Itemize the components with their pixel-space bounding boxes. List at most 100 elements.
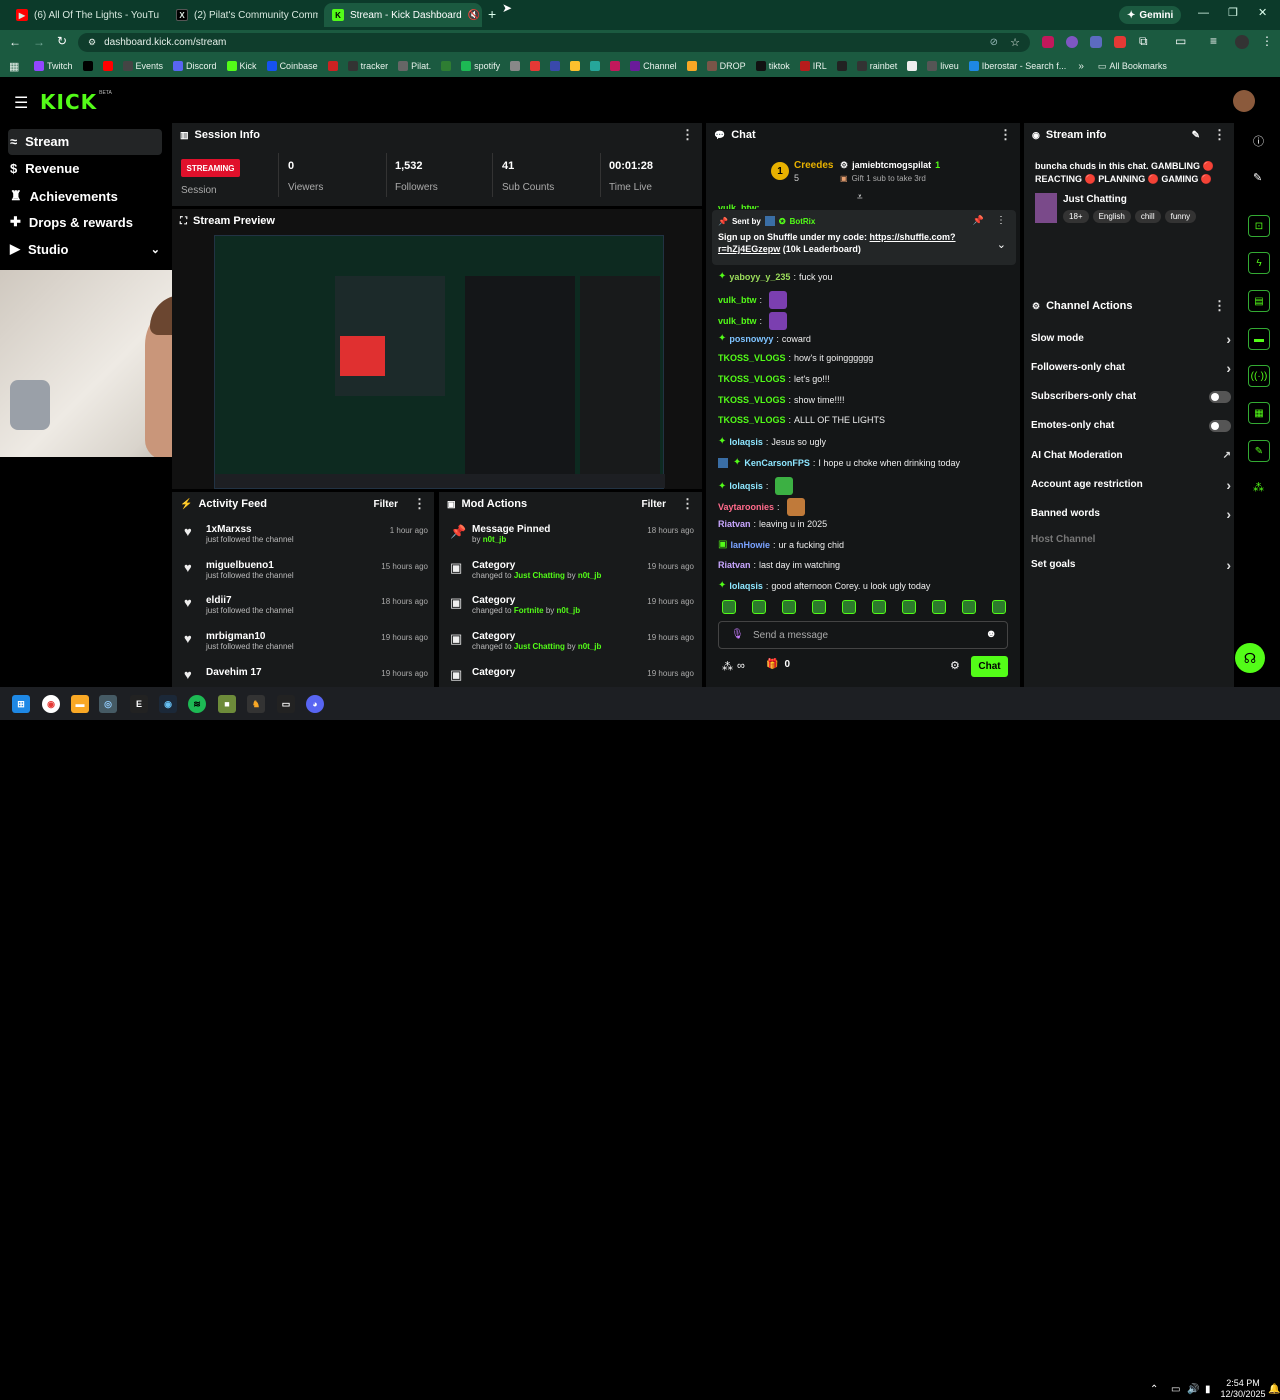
sidebar-item-studio[interactable]: ▶ Studio ⌄ <box>10 241 160 257</box>
bookmark-item[interactable]: tiktok <box>755 61 790 71</box>
kebab-menu-icon[interactable]: ⋮ <box>1213 127 1226 143</box>
chat-username[interactable]: Vaytaroonies <box>718 502 774 512</box>
mod-action-moderator[interactable]: n0t_jb <box>483 535 507 544</box>
bookmark-item[interactable]: Coinbase <box>266 61 318 71</box>
bookmark-item[interactable]: IRL <box>799 61 827 71</box>
channel-action-banned-words[interactable]: Banned words › <box>1031 506 1231 522</box>
discord-icon[interactable]: ◕ <box>306 695 324 713</box>
chrome-menu-icon[interactable]: ⋮ <box>1261 34 1273 48</box>
bookmark-item[interactable] <box>686 61 697 71</box>
restore-icon[interactable]: ❐ <box>1228 6 1238 19</box>
gift-leader-name[interactable]: jamiebtcmogspilat <box>852 160 931 171</box>
quick-emote-icon[interactable] <box>872 600 886 614</box>
clip-icon[interactable]: ⊡ <box>1248 215 1270 237</box>
steam-icon[interactable]: ◉ <box>159 695 177 713</box>
layers-icon[interactable]: ▦ <box>1248 402 1270 424</box>
bookmark-item[interactable] <box>570 61 581 71</box>
bookmark-item[interactable]: Discord <box>173 61 217 71</box>
bookmark-item[interactable] <box>102 61 113 71</box>
gift-cta[interactable]: ▣ Gift 1 sub to take 3rd <box>840 174 926 183</box>
lightning-icon[interactable]: ϟ <box>1248 252 1270 274</box>
chat-settings-gear-icon[interactable]: ⚙ <box>950 659 960 672</box>
chat-username[interactable]: Riatvan <box>718 560 751 570</box>
nodes-icon[interactable]: ⁂ <box>1253 481 1264 494</box>
quick-emote-icon[interactable] <box>812 600 826 614</box>
tray-chevron-icon[interactable]: ⌃ <box>1150 1384 1158 1395</box>
obs-icon[interactable]: ▭ <box>277 695 295 713</box>
tag-chip[interactable]: English <box>1092 210 1131 223</box>
chat-message[interactable]: ✦ KenCarsonFPS: I hope u choke when drinki… <box>718 457 960 468</box>
mod-action-moderator[interactable]: n0t_jb <box>578 642 602 651</box>
activity-item[interactable]: ♥ Davehim 17 19 hours ago <box>184 667 428 682</box>
sidebar-item-achievements[interactable]: ♜ Achievements <box>10 188 118 204</box>
category-thumbnail[interactable] <box>1035 193 1057 223</box>
top-gifter-name[interactable]: Creedes <box>794 160 833 171</box>
more-bookmarks-icon[interactable]: » <box>1078 61 1084 72</box>
send-chat-button[interactable]: Chat <box>971 656 1008 677</box>
app-icon[interactable]: ◎ <box>99 695 117 713</box>
bookmark-item[interactable]: Events <box>122 61 163 71</box>
channel-action-ai-chat-moderation[interactable]: AI Chat Moderation ↗ <box>1031 450 1231 461</box>
chat-users-button[interactable]: ⁂ ∞ <box>722 660 745 673</box>
chat-message[interactable]: ✦ yaboyy_y_235: fuck you <box>718 271 833 282</box>
apps-grid-icon[interactable]: ▦ <box>9 60 19 73</box>
reload-icon[interactable]: ↻ <box>57 34 67 48</box>
tag-chip[interactable]: chill <box>1134 210 1161 223</box>
channel-action-set-goals[interactable]: Set goals › <box>1031 557 1231 573</box>
back-icon[interactable]: ← <box>9 35 21 49</box>
bookmark-item[interactable]: Iberostar - Search f... <box>968 61 1066 71</box>
kebab-menu-icon[interactable]: ⋮ <box>996 215 1006 226</box>
kebab-menu-icon[interactable]: ⋮ <box>413 496 426 512</box>
chat-username[interactable]: Riatvan <box>718 519 751 529</box>
tag-chip[interactable]: funny <box>1164 210 1197 223</box>
activity-username[interactable]: mrbigman10 <box>206 631 294 642</box>
chat-message[interactable]: ✦ posnowyy: coward <box>718 333 811 344</box>
minecraft-icon[interactable]: ■ <box>218 695 236 713</box>
kebab-menu-icon[interactable]: ⋮ <box>681 127 694 143</box>
chat-message[interactable]: vulk_btw: <box>718 291 788 309</box>
network-icon[interactable]: ▭ <box>1171 1384 1180 1395</box>
microphone-icon[interactable]: 🎙 <box>731 629 744 640</box>
chat-username[interactable]: TKOSS_VLOGS <box>718 374 786 384</box>
channel-action-subscribers-only-chat[interactable]: Subscribers-only chat <box>1031 391 1231 403</box>
hamburger-menu-icon[interactable]: ☰ <box>14 93 28 113</box>
chat-message[interactable]: ✦ lolaqsis: good afternoon Corey. u look u… <box>718 580 930 591</box>
bookmark-item[interactable] <box>510 61 521 71</box>
category-name[interactable]: Just Chatting <box>1063 194 1127 205</box>
chevron-down-icon[interactable]: ⌄ <box>997 238 1006 251</box>
activity-username[interactable]: eldii7 <box>206 595 294 606</box>
mod-filter-button[interactable]: Filter <box>642 499 666 510</box>
chat-username[interactable]: TKOSS_VLOGS <box>718 353 786 363</box>
activity-item[interactable]: ♥ mrbigman10 just followed the channel 19 h… <box>184 631 428 651</box>
windows-start-icon[interactable]: ⊞ <box>12 695 30 713</box>
new-tab-button[interactable]: + <box>488 6 496 22</box>
profile-avatar[interactable] <box>1235 35 1249 49</box>
chrome-icon[interactable]: ◉ <box>42 695 60 713</box>
user-avatar[interactable] <box>1233 90 1255 112</box>
bookmark-item[interactable] <box>550 61 561 71</box>
bookmark-item[interactable] <box>836 61 847 71</box>
epic-games-icon[interactable]: E <box>130 695 148 713</box>
wrench-icon[interactable]: ✎ <box>1248 440 1270 462</box>
all-bookmarks-button[interactable]: ▭ All Bookmarks <box>1098 61 1167 72</box>
stream-preview-video[interactable] <box>214 235 665 489</box>
broadcast-icon[interactable]: ((·)) <box>1248 365 1270 387</box>
channel-action-account-age-restriction[interactable]: Account age restriction › <box>1031 477 1231 493</box>
toggle-switch[interactable] <box>1209 391 1231 403</box>
site-info-icon[interactable]: ⚙ <box>88 37 96 48</box>
chat-username[interactable]: TKOSS_VLOGS <box>718 395 786 405</box>
chat-username[interactable]: KenCarsonFPS <box>744 458 810 468</box>
chat-message[interactable]: Riatvan: leaving u in 2025 <box>718 519 827 529</box>
tab-kick-dashboard[interactable]: K Stream - Kick Dashboard 🔇 ✕ <box>324 3 482 27</box>
chat-message[interactable]: ✦ lolaqsis: Jesus so ugly <box>718 436 826 447</box>
mod-action-item[interactable]: ▣ Category changed to Just Chatting by n0t… <box>450 560 694 580</box>
close-tab-icon[interactable]: ✕ <box>165 9 166 22</box>
chat-username[interactable]: lolaqsis <box>729 437 763 447</box>
chat-username[interactable]: TKOSS_VLOGS <box>718 415 786 425</box>
support-headset-icon[interactable]: ☊ <box>1235 643 1265 673</box>
kebab-menu-icon[interactable]: ⋮ <box>999 127 1012 143</box>
mute-icon[interactable]: 🔇 <box>468 10 480 21</box>
mod-action-moderator[interactable]: n0t_jb <box>578 571 602 580</box>
extension-icon[interactable] <box>1066 36 1078 48</box>
chat-message[interactable]: TKOSS_VLOGS: ALLL OF THE LIGHTS <box>718 415 885 425</box>
